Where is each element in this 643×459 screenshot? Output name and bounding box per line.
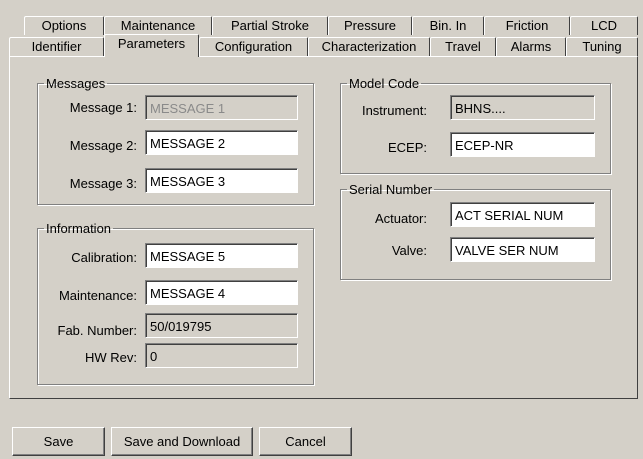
model-code-group: Model Code <box>340 76 611 174</box>
tab-options[interactable]: Options <box>24 16 104 35</box>
calibration-label: Calibration: <box>71 250 137 265</box>
model-code-group-title: Model Code <box>349 76 420 91</box>
tab-tuning[interactable]: Tuning <box>566 37 638 56</box>
actuator-serial-field[interactable] <box>450 202 595 227</box>
actuator-label: Actuator: <box>374 211 427 226</box>
maintenance-label: Maintenance: <box>58 288 137 303</box>
save-button[interactable]: Save <box>12 427 105 456</box>
messages-group-title: Messages <box>46 76 106 91</box>
tab-maintenance[interactable]: Maintenance <box>104 16 212 35</box>
fab-number-label: Fab. Number: <box>57 323 137 338</box>
tab-pressure[interactable]: Pressure <box>328 16 412 35</box>
tab-friction[interactable]: Friction <box>484 16 570 35</box>
message-1-field <box>145 95 298 120</box>
instrument-label: Instrument: <box>361 103 427 118</box>
serial-number-group-title: Serial Number <box>349 182 433 197</box>
message-3-label: Message 3: <box>69 176 137 191</box>
tab-identifier[interactable]: Identifier <box>9 37 104 56</box>
save-and-download-button[interactable]: Save and Download <box>111 427 253 456</box>
valve-serial-field[interactable] <box>450 237 595 262</box>
message-2-label: Message 2: <box>69 138 137 153</box>
tab-lcd[interactable]: LCD <box>570 16 638 35</box>
message-1-label: Message 1: <box>69 100 137 115</box>
message-3-field[interactable] <box>145 168 298 193</box>
tab-partial-stroke[interactable]: Partial Stroke <box>212 16 328 35</box>
ecep-field[interactable] <box>450 132 595 157</box>
tab-bin-in[interactable]: Bin. In <box>412 16 484 35</box>
tab-alarms[interactable]: Alarms <box>496 37 566 56</box>
fab-number-field <box>145 313 298 338</box>
ecep-label: ECEP: <box>387 140 427 155</box>
serial-number-group: Serial Number <box>340 182 611 280</box>
valve-label: Valve: <box>391 243 427 258</box>
tab-parameters[interactable]: Parameters <box>104 34 199 57</box>
tab-travel[interactable]: Travel <box>430 37 496 56</box>
hw-rev-field <box>145 343 298 368</box>
instrument-field <box>450 95 595 120</box>
tab-characterization[interactable]: Characterization <box>308 37 430 56</box>
tab-configuration[interactable]: Configuration <box>199 37 308 56</box>
information-group-title: Information <box>46 221 112 236</box>
calibration-field[interactable] <box>145 243 298 268</box>
hw-rev-label: HW Rev: <box>85 350 137 365</box>
cancel-button[interactable]: Cancel <box>259 427 352 456</box>
maintenance-field[interactable] <box>145 280 298 305</box>
message-2-field[interactable] <box>145 130 298 155</box>
